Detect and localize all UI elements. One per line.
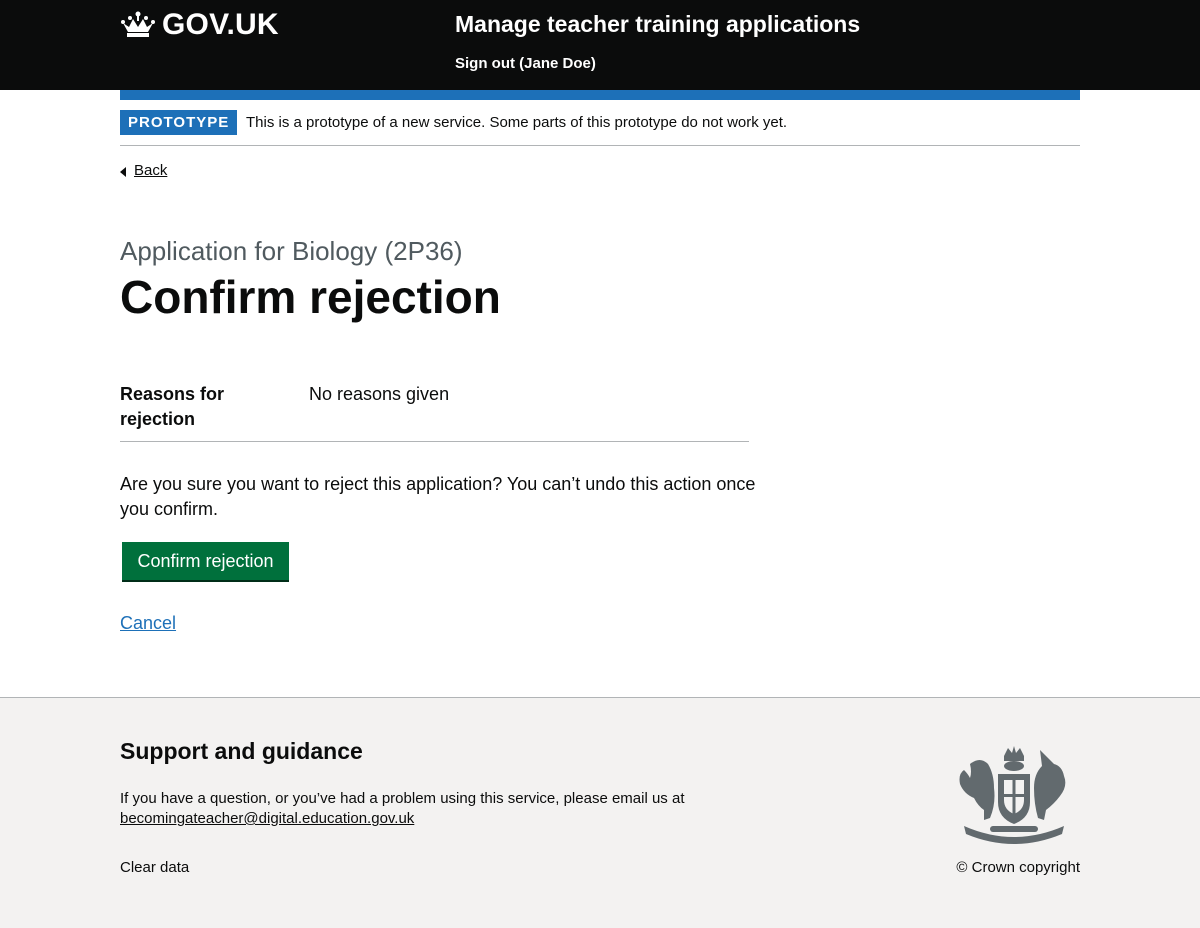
footer-heading: Support and guidance xyxy=(120,738,363,764)
signout-link[interactable]: Sign out (Jane Doe) xyxy=(455,55,596,72)
page-caption: Application for Biology (2P36) xyxy=(120,236,463,266)
back-chevron-icon xyxy=(120,167,126,177)
site-footer: Support and guidance If you have a quest… xyxy=(0,697,1200,928)
header-blue-bar xyxy=(120,90,1080,100)
clear-data-link[interactable]: Clear data xyxy=(120,859,189,876)
support-email-link[interactable]: becomingateacher@digital.education.gov.u… xyxy=(120,810,414,827)
phase-text: This is a prototype of a new service. So… xyxy=(246,114,788,131)
footer-support-text: If you have a question, or you’ve had a … xyxy=(120,789,685,829)
service-name[interactable]: Manage teacher training applications xyxy=(455,11,860,38)
page-title: Confirm rejection xyxy=(120,271,501,323)
footer-text: If you have a question, or you’ve had a … xyxy=(120,790,685,807)
confirmation-question: Are you sure you want to reject this app… xyxy=(120,474,756,519)
back-link-label: Back xyxy=(134,162,168,179)
phase-tag: PROTOTYPE xyxy=(120,110,238,135)
back-link[interactable]: Back xyxy=(120,162,167,179)
crown-copyright-link[interactable]: © Crown copyright xyxy=(956,859,1080,876)
phase-banner: PROTOTYPE This is a prototype of a new s… xyxy=(120,100,1080,146)
cancel-link[interactable]: Cancel xyxy=(120,613,176,634)
royal-crest-icon xyxy=(959,746,1066,844)
govuk-logo-link[interactable]: GOV.UK xyxy=(120,8,279,42)
summary-key: Reasons for rejection xyxy=(120,384,225,429)
crown-icon xyxy=(121,11,155,37)
confirm-rejection-button[interactable]: Confirm rejection xyxy=(122,542,289,580)
summary-value: No reasons given xyxy=(309,384,450,404)
summary-list-row: Reasons for rejection No reasons given xyxy=(120,380,749,442)
site-header: GOV.UK Manage teacher training applicati… xyxy=(0,0,1200,90)
logo-text: GOV.UK xyxy=(162,8,279,41)
